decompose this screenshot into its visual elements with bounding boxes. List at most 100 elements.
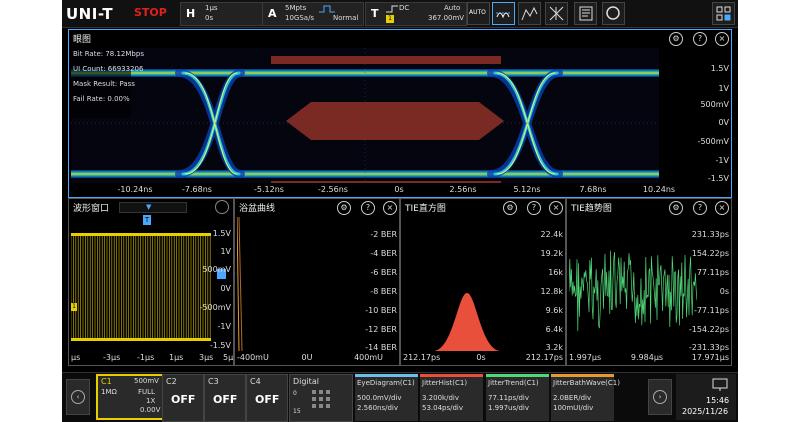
eye-stats-box: Bit Rate: 78.12Mbps UI Count: 66933206 M… [71, 48, 144, 118]
help-icon[interactable]: ? [693, 32, 707, 46]
acquire-mode: Normal [333, 14, 359, 22]
digital-number-high: 15 [293, 408, 301, 415]
close-icon[interactable]: × [383, 201, 397, 215]
channel-3-box[interactable]: C3 OFF [204, 374, 246, 422]
histogram-plot [433, 293, 501, 351]
bathtub-y-label: -10 BER [365, 306, 397, 315]
math-box[interactable]: JitterTrend(C1) 77.11ps/div 1.997us/div [486, 374, 549, 421]
close-icon[interactable]: × [715, 32, 729, 46]
trend-y-label: 0s [719, 287, 729, 296]
wave-y-label: 1V [220, 247, 231, 256]
channel-1-marker[interactable]: 1 [71, 303, 77, 311]
channel-4-state: OFF [255, 393, 280, 406]
settings-icon[interactable]: ⚙ [503, 201, 517, 215]
mask-bottom-region [271, 181, 501, 183]
math-scale-2: 2.560ns/div [357, 404, 399, 412]
waveform-overview-bar[interactable]: ▼ [119, 202, 187, 213]
channel-1-box[interactable]: C1 500mV 1MΩ FULL 1X 0.00V [96, 374, 164, 420]
ui-count: UI Count: 66933206 [73, 65, 144, 73]
eye-diagram-panel[interactable]: 眼图 ⚙ ? × Bit Rate: 78.12Mbps UI Count: 6… [68, 29, 732, 198]
wave-x-label: 1μs [169, 353, 184, 362]
eye-y-label: -500mV [697, 137, 729, 146]
eye-y-label: 1V [718, 84, 729, 93]
bathtub-x-label: -400mU [237, 353, 269, 362]
auto-button[interactable]: AUTO [467, 2, 490, 25]
settings-icon[interactable]: ⚙ [337, 201, 351, 215]
wave-y-label: -1V [217, 322, 231, 331]
zoom-icon[interactable] [215, 200, 229, 214]
histogram-y-label: 3.2k [545, 343, 563, 352]
trigger-position-marker[interactable]: T [143, 215, 151, 225]
measure-icon [521, 6, 538, 21]
histogram-y-label: 22.4k [540, 230, 563, 239]
scroll-right-button[interactable]: › [648, 379, 672, 415]
eye-jitter-button[interactable] [492, 2, 515, 25]
channel-1-offset: 0.00V [140, 406, 161, 414]
channel-3-state: OFF [213, 393, 238, 406]
chevron-left-icon: ‹ [71, 390, 85, 404]
digital-channel-box[interactable]: Digital 0 15 [289, 374, 353, 422]
horizontal-settings[interactable]: H 1μs 0s [180, 2, 274, 26]
wave-x-label: -1μs [137, 353, 155, 362]
math-box[interactable]: JitterBathWave(C1) 2.0BER/div 100mUI/div [551, 374, 620, 421]
channel-1-name: C1 [101, 377, 112, 386]
eye-y-label: -1.5V [707, 174, 729, 183]
report-button[interactable] [574, 2, 597, 25]
clock-time: 15:46 [706, 396, 730, 405]
brand-logo: UNI-T [66, 5, 114, 23]
tie-histogram-panel[interactable]: TIE直方图 ⚙ ? × 22.4k 19.2k 16k 12.8k 9.6k 6.4k 3… [400, 198, 566, 366]
channel-1-bandwidth: FULL [138, 388, 155, 396]
settings-icon[interactable]: ⚙ [669, 201, 683, 215]
run-stop-button[interactable]: STOP [134, 6, 167, 19]
trend-y-label: 231.33ps [691, 230, 729, 239]
channel-4-box[interactable]: C4 OFF [246, 374, 288, 422]
bathtub-y-label: -14 BER [365, 343, 397, 352]
trigger-settings[interactable]: T DC Auto 1 367.00mV [365, 2, 467, 26]
close-icon[interactable]: × [715, 201, 729, 215]
close-icon[interactable]: × [549, 201, 563, 215]
memory-depth: 5Mpts [285, 4, 307, 12]
cursor-button[interactable] [545, 2, 568, 25]
help-icon[interactable]: ? [361, 201, 375, 215]
math-scale-1: 2.0BER/div [553, 394, 592, 402]
math-scale-1: 500.0mV/div [357, 394, 402, 402]
eye-diagram-title: 眼图 [73, 35, 92, 45]
digital-grid-icon [312, 390, 330, 408]
help-icon[interactable]: ? [527, 201, 541, 215]
histogram-x-label: 0s [476, 353, 486, 362]
help-icon[interactable]: ? [693, 201, 707, 215]
histogram-y-label: 6.4k [545, 325, 563, 334]
channel-2-box[interactable]: C2 OFF [162, 374, 204, 422]
math-box[interactable]: JitterHist(C1) 3.200k/div 53.04ps/div [420, 374, 483, 421]
histogram-x-label: 212.17ps [525, 353, 563, 362]
trend-y-label: -154.22ps [688, 325, 729, 334]
wave-y-label: -500mV [199, 303, 231, 312]
math-scale-2: 100mUI/div [553, 404, 594, 412]
search-button[interactable] [602, 2, 625, 25]
channel-1-scale: 500mV [134, 377, 159, 385]
window-layout-button[interactable] [712, 2, 735, 25]
wave-y-label: 1.5V [212, 229, 231, 238]
measure-button[interactable] [518, 2, 541, 25]
tie-trend-panel[interactable]: TIE趋势图 ⚙ ? × 231.33ps 154.22ps 77.11ps 0s -7… [566, 198, 732, 366]
clock-date: 2025/11/26 [682, 407, 729, 416]
eye-x-label: -2.56ns [318, 185, 348, 194]
trend-x-label: 17.971μs [691, 353, 729, 362]
eye-x-label: 10.24ns [642, 185, 676, 194]
math-scale-1: 3.200k/div [422, 394, 459, 402]
scroll-left-button[interactable]: ‹ [66, 379, 90, 415]
clock-panel[interactable]: 15:46 2025/11/26 [676, 374, 736, 420]
bathtub-panel[interactable]: 浴盆曲线 ⚙ ? × -2 BER -4 BER -6 BER -8 BER -10 B… [234, 198, 400, 366]
math-box[interactable]: EyeDiagram(C1) 500.0mV/div 2.560ns/div [355, 374, 418, 421]
eye-x-label: 5.12ns [513, 185, 541, 194]
bathtub-y-label: -6 BER [370, 268, 397, 277]
acquire-settings[interactable]: A 5Mpts 10GSa/s Normal [262, 2, 364, 26]
waveform-panel[interactable]: 波形窗口 ▼ 1 T 1.5V 1V 500mV 0V -500mV -1V -1.5V μs… [68, 198, 234, 366]
eye-diagram-plot [71, 48, 659, 183]
cursor-icon [549, 6, 564, 21]
trend-x-label: 9.984μs [630, 353, 664, 362]
wave-y-label: 0V [220, 284, 231, 293]
trigger-source-badge: 1 [386, 15, 394, 23]
math-scale-2: 53.04ps/div [422, 404, 464, 412]
settings-icon[interactable]: ⚙ [669, 32, 683, 46]
